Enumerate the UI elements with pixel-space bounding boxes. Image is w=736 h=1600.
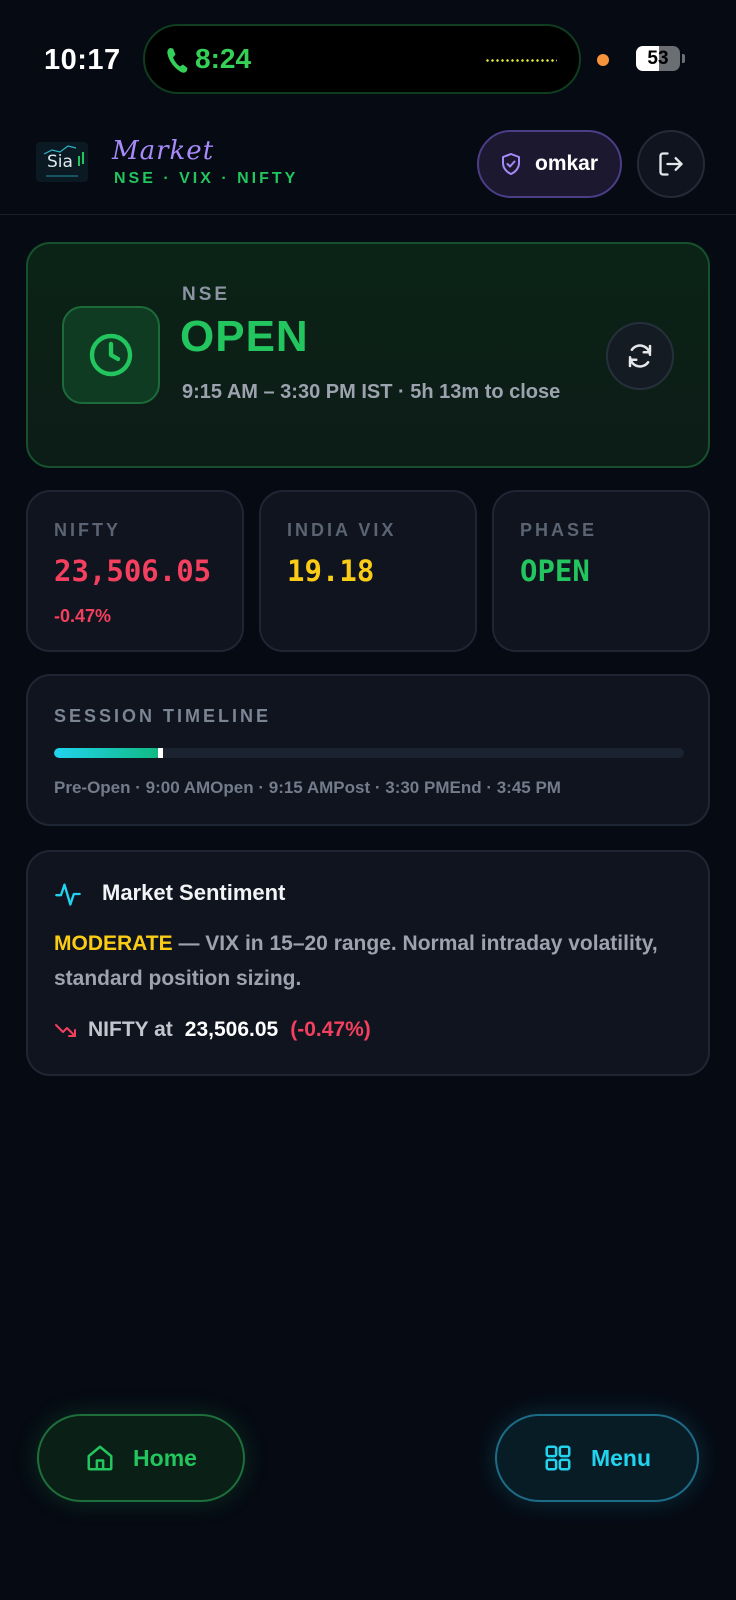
market-status-text: OPEN: [180, 312, 309, 361]
home-label: Home: [133, 1444, 197, 1471]
market-sentiment-card: Market Sentiment MODERATE — VIX in 15–20…: [26, 850, 710, 1076]
nifty-change: -0.47%: [54, 606, 112, 626]
phone-icon: [167, 48, 188, 73]
session-timeline-card: SESSION TIMELINE Pre-Open · 9:00 AMOpen …: [26, 674, 710, 826]
timeline-labels: Pre-Open · 9:00 AMOpen · 9:15 AMPost · 3…: [54, 778, 561, 797]
market-clock-badge: [62, 306, 160, 404]
grid-icon: [545, 1445, 571, 1471]
phase-stat-card: PHASE OPEN: [492, 490, 710, 652]
menu-button[interactable]: Menu: [495, 1414, 699, 1502]
battery-indicator: 53: [636, 46, 680, 71]
timeline-now-marker: [158, 748, 164, 758]
home-button[interactable]: Home: [37, 1414, 245, 1502]
sentiment-nifty-line: NIFTY at 23,506.05 (-0.47%): [54, 1018, 371, 1042]
clock-icon: [89, 333, 133, 377]
nifty-label: NIFTY: [54, 520, 121, 540]
refresh-icon: [628, 344, 652, 368]
menu-label: Menu: [590, 1444, 652, 1471]
timeline-title: SESSION TIMELINE: [54, 706, 272, 726]
timeline-progress: [54, 748, 162, 758]
market-hours: 9:15 AM – 3:30 PM IST · 5h 13m to close: [182, 381, 561, 403]
market-status-card: NSE OPEN 9:15 AM – 3:30 PM IST · 5h 13m …: [26, 242, 710, 468]
home-icon: [87, 1445, 113, 1471]
call-waveform: [485, 59, 557, 62]
sentiment-level: MODERATE: [54, 932, 173, 955]
status-bar: 10:17 8:24 53: [0, 22, 736, 96]
sentiment-nifty-label: NIFTY at: [88, 1018, 173, 1041]
user-profile-button[interactable]: omkar: [477, 130, 622, 198]
sentiment-nifty-value: 23,506.05: [184, 1018, 279, 1041]
app-header: Sia Market NSE · VIX · NIFTY omkar: [0, 128, 736, 216]
timeline-track: [54, 748, 684, 758]
logout-icon: [659, 152, 683, 176]
nifty-value: 23,506.05: [54, 554, 212, 588]
refresh-button[interactable]: [606, 322, 674, 390]
vix-value: 19.18: [287, 554, 375, 588]
activity-icon: [55, 883, 81, 906]
brand-subtitle: NSE · VIX · NIFTY: [114, 170, 299, 187]
logout-button[interactable]: [637, 130, 705, 198]
nifty-stat-card: NIFTY 23,506.05 -0.47%: [26, 490, 244, 652]
sentiment-title: Market Sentiment: [102, 880, 286, 905]
phase-label: PHASE: [520, 520, 598, 540]
sentiment-nifty-change: (-0.47%): [290, 1018, 371, 1041]
dynamic-island-call[interactable]: 8:24: [143, 24, 581, 94]
vix-label: INDIA VIX: [287, 520, 397, 540]
call-duration: 8:24: [195, 43, 252, 74]
battery-tip: [682, 54, 685, 63]
app-logo[interactable]: Sia: [36, 142, 88, 182]
header-divider: [0, 214, 736, 215]
exchange-name: NSE: [182, 284, 231, 305]
user-name: omkar: [535, 152, 599, 175]
vix-stat-card: INDIA VIX 19.18: [259, 490, 477, 652]
battery-percent: 53: [647, 48, 669, 69]
sentiment-description: MODERATE — VIX in 15–20 range. Normal in…: [54, 926, 684, 996]
privacy-indicator: [597, 54, 609, 66]
status-clock: 10:17: [44, 44, 121, 76]
logo-text: Sia: [47, 152, 73, 172]
phase-value: OPEN: [520, 554, 590, 588]
shield-check-icon: [502, 153, 520, 175]
trending-down-icon: [55, 1024, 76, 1037]
brand-title: Market: [112, 136, 215, 166]
